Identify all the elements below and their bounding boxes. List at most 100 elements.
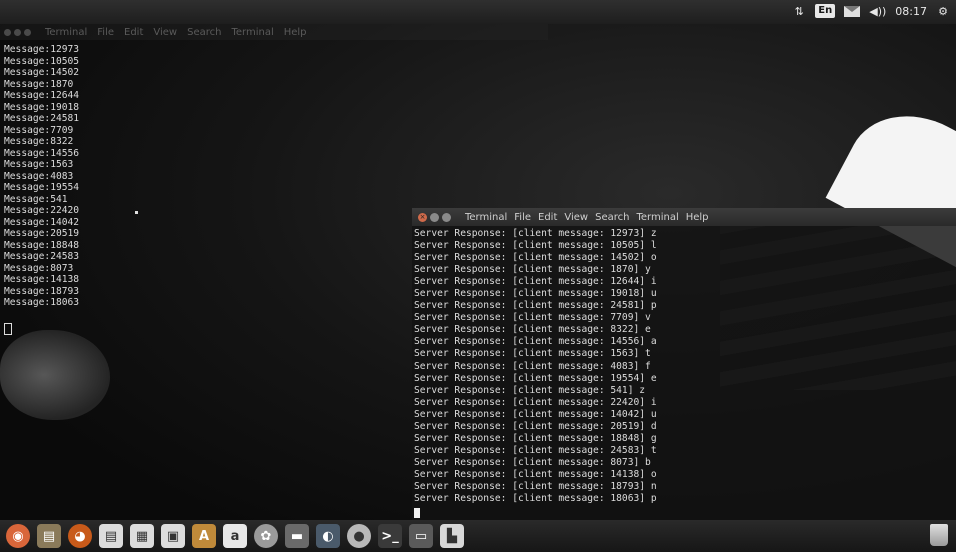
terminal-line: Server Response: [client message: 20519]…: [414, 420, 657, 432]
client-terminal-output: Message:12973 Message:10505 Message:14502 M…: [4, 44, 79, 309]
files-icon[interactable]: ▤: [37, 524, 61, 548]
server-terminal-output: Server Response: [client message: 12973]…: [414, 228, 657, 505]
writer-icon[interactable]: ▤: [99, 524, 123, 548]
terminal-line: Server Response: [client message: 8073] …: [414, 456, 651, 468]
mail-icon[interactable]: [844, 3, 861, 19]
window-controls: [4, 28, 31, 36]
drive-icon[interactable]: ▙: [440, 524, 464, 548]
trash-icon[interactable]: [930, 524, 948, 546]
menu-item[interactable]: Edit: [538, 212, 557, 223]
terminal-line: Server Response: [client message: 14138]…: [414, 468, 657, 480]
app-icon[interactable]: ◐: [316, 524, 340, 548]
terminal-line: Message:24583: [4, 251, 80, 262]
desktop: ⇅ En ◀)) 08:17 ⚙ Terminal File Edit View…: [0, 0, 956, 552]
terminal-line: Server Response: [client message: 19554]…: [414, 372, 657, 384]
terminal-line: Message:12973: [4, 44, 80, 55]
firefox-icon[interactable]: ◕: [68, 524, 92, 548]
text-cursor: [4, 323, 12, 335]
clock[interactable]: 08:17: [895, 3, 927, 19]
terminal-line: Message:19018: [4, 101, 80, 113]
workspace-icon[interactable]: ▬: [285, 524, 309, 548]
terminal-line: Server Response: [client message: 7709] …: [414, 312, 651, 324]
maximize-icon[interactable]: [24, 28, 31, 36]
menu-item[interactable]: Edit: [124, 27, 143, 38]
terminal-line: Server Response: [client message: 12644]…: [414, 276, 657, 288]
minimize-icon[interactable]: [14, 28, 21, 36]
terminal-line: Message:1870: [4, 78, 74, 90]
keyboard-layout-indicator[interactable]: En: [815, 4, 836, 18]
terminal-line: Message:10505: [4, 55, 80, 67]
terminal-line: Message:14042: [4, 216, 80, 228]
terminal-line: Server Response: [client message: 10505]…: [414, 240, 657, 252]
software-center-icon[interactable]: A: [192, 524, 216, 548]
circle-app-icon[interactable]: ●: [347, 524, 371, 548]
server-terminal-titlebar[interactable]: × Terminal File Edit View Search Termina…: [412, 208, 956, 226]
menu-item[interactable]: Terminal: [231, 27, 273, 38]
terminal-line: Message:14502: [4, 67, 80, 78]
impress-icon[interactable]: ▣: [161, 524, 185, 548]
maximize-icon[interactable]: [442, 212, 451, 222]
client-terminal-menubar: Terminal File Edit View Search Terminal …: [0, 24, 548, 40]
terminal-icon[interactable]: >_: [378, 524, 402, 548]
terminal-line: Message:18793: [4, 285, 80, 297]
terminal-line: Message:541: [4, 193, 68, 205]
terminal-line: Message:14138: [4, 274, 80, 285]
server-terminal-window[interactable]: × Terminal File Edit View Search Termina…: [412, 208, 956, 520]
terminal-line: Message:4083: [4, 170, 74, 182]
terminal-line: Server Response: [client message: 14042]…: [414, 408, 657, 420]
terminal-line: Server Response: [client message: 22420]…: [414, 396, 657, 408]
menu-item[interactable]: Help: [284, 27, 307, 38]
amazon-icon[interactable]: a: [223, 524, 247, 548]
server-terminal-menus: Terminal File Edit View Search Terminal …: [465, 212, 709, 223]
menu-item[interactable]: View: [564, 212, 588, 223]
terminal-line: Message:18063: [4, 297, 80, 308]
gear-icon[interactable]: ⚙: [936, 3, 950, 19]
close-icon[interactable]: [4, 28, 11, 36]
menu-item[interactable]: Search: [595, 212, 629, 223]
terminal-line: Server Response: [client message: 18063]…: [414, 493, 657, 505]
network-icon[interactable]: ⇅: [792, 3, 806, 19]
terminal-line: Server Response: [client message: 1870] …: [414, 264, 651, 276]
top-panel: ⇅ En ◀)) 08:17 ⚙: [0, 0, 956, 24]
menu-item[interactable]: Terminal: [45, 27, 87, 38]
window-icon[interactable]: ▭: [409, 524, 433, 548]
terminal-line: Server Response: [client message: 18848]…: [414, 432, 657, 444]
terminal-line: Server Response: [client message: 4083] …: [414, 360, 651, 372]
menu-item[interactable]: Terminal: [465, 212, 507, 223]
window-controls: ×: [418, 212, 451, 222]
mouse-pointer: [135, 211, 138, 214]
launcher-dock: ◉ ▤ ◕ ▤ ▦ ▣ Aa ✿ ▬ ◐ ● >_ ▭ ▙: [0, 520, 956, 552]
terminal-line: Server Response: [client message: 8322] …: [414, 324, 651, 336]
minimize-icon[interactable]: [430, 212, 439, 222]
terminal-line: Server Response: [client message: 541] z: [414, 384, 646, 396]
menu-item[interactable]: Help: [686, 212, 709, 223]
menu-item[interactable]: View: [153, 27, 177, 38]
menu-item[interactable]: File: [514, 212, 531, 223]
terminal-line: Message:19554: [4, 182, 80, 193]
terminal-line: Message:12644: [4, 90, 80, 101]
terminal-line: Message:1563: [4, 159, 74, 170]
terminal-line: Server Response: [client message: 24581]…: [414, 300, 657, 312]
volume-icon[interactable]: ◀)): [869, 3, 886, 19]
text-cursor: [414, 508, 420, 518]
terminal-line: Message:14556: [4, 147, 80, 159]
terminal-line: Server Response: [client message: 19018]…: [414, 288, 657, 300]
close-icon[interactable]: ×: [418, 212, 427, 222]
calc-icon[interactable]: ▦: [130, 524, 154, 548]
dash-home-icon[interactable]: ◉: [6, 524, 30, 548]
terminal-line: Message:8322: [4, 136, 74, 147]
terminal-line: Message:7709: [4, 124, 74, 136]
wallpaper-shape: [0, 330, 110, 420]
terminal-line: Server Response: [client message: 12973]…: [414, 228, 657, 239]
terminal-line: Server Response: [client message: 18793]…: [414, 480, 657, 492]
menu-item[interactable]: File: [97, 27, 114, 38]
menu-item[interactable]: Terminal: [636, 212, 678, 223]
terminal-line: Server Response: [client message: 1563] …: [414, 348, 651, 360]
terminal-line: Message:18848: [4, 239, 80, 251]
settings-icon[interactable]: ✿: [254, 524, 278, 548]
terminal-line: Server Response: [client message: 14556]…: [414, 336, 657, 348]
terminal-line: Server Response: [client message: 14502]…: [414, 252, 657, 264]
terminal-line: Message:22420: [4, 205, 80, 216]
terminal-line: Server Response: [client message: 24583]…: [414, 444, 657, 456]
menu-item[interactable]: Search: [187, 27, 221, 38]
